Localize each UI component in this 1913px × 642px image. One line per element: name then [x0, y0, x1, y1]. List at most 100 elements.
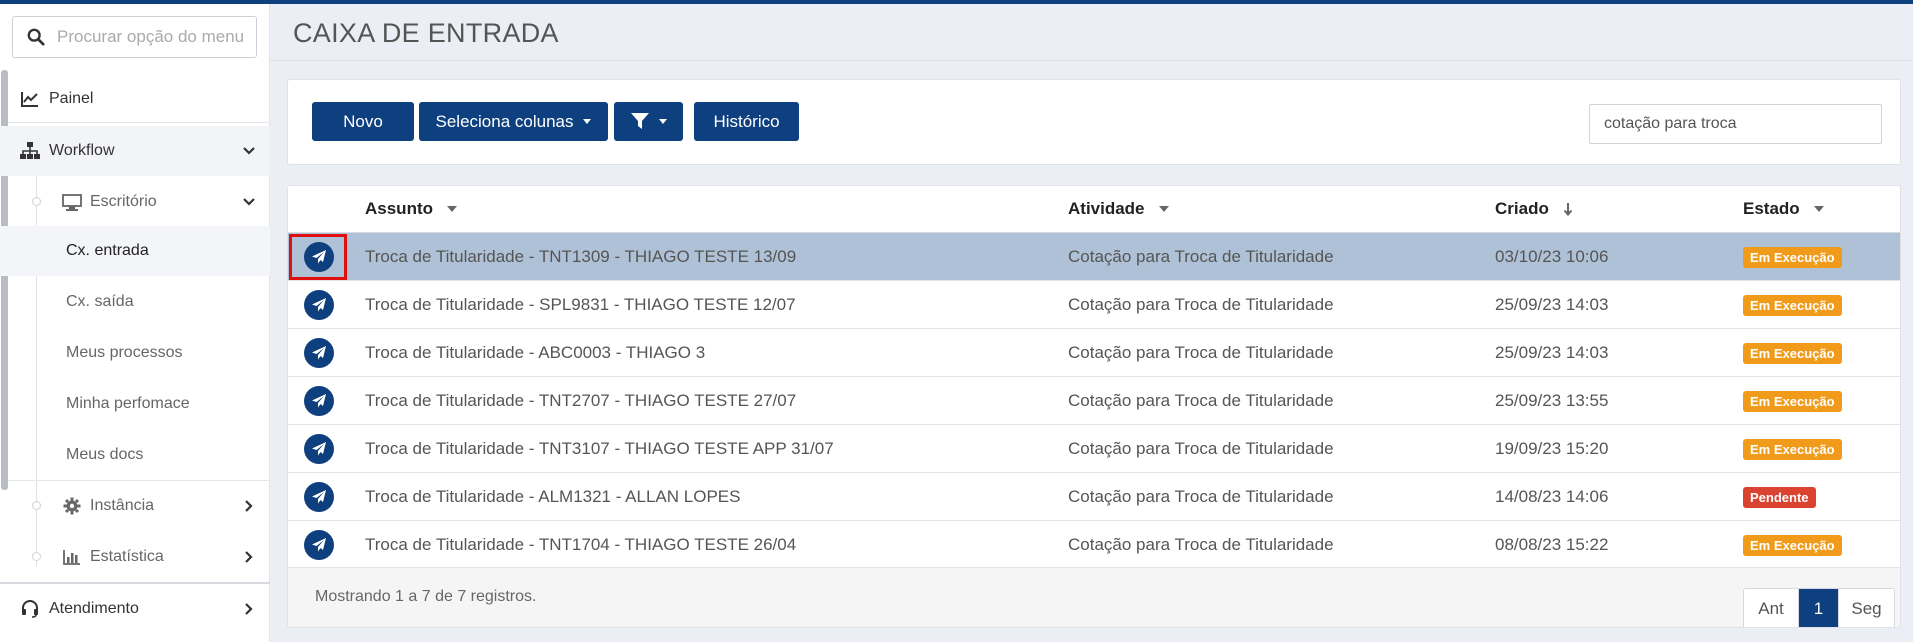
cell-criado: 25/09/23 13:55 [1495, 391, 1609, 410]
search-icon [27, 28, 45, 46]
status-badge: Em Execução [1743, 438, 1842, 460]
table-row[interactable]: Troca de Titularidade - ABC0003 - THIAGO… [288, 329, 1900, 377]
sidebar-item-label: Instância [90, 497, 155, 514]
table-filter-input[interactable] [1589, 104, 1882, 144]
cell-assunto: Troca de Titularidade - TNT2707 - THIAGO… [365, 391, 797, 410]
sidebar-item-cx-saida[interactable]: Cx. saída [0, 277, 270, 327]
status-badge: Em Execução [1743, 294, 1842, 316]
caret-down-icon [583, 119, 592, 124]
cell-assunto: Troca de Titularidade - TNT3107 - THIAGO… [365, 439, 834, 458]
sidebar-item-meus-processos[interactable]: Meus processos [0, 328, 270, 378]
table-row[interactable]: Troca de Titularidade - TNT1309 - THIAGO… [288, 233, 1900, 281]
column-header-label: Criado [1495, 199, 1549, 218]
cell-estado: Em Execução [1743, 233, 1842, 281]
records-info: Mostrando 1 a 7 de 7 registros. [315, 588, 537, 605]
sidebar-item-cx-entrada[interactable]: Cx. entrada [0, 226, 270, 276]
column-header-atividade[interactable]: Atividade [1068, 186, 1169, 232]
status-badge: Em Execução [1743, 534, 1842, 556]
sidebar: Painel Workflow Escritório Cx. entrada C… [0, 4, 270, 642]
sidebar-item-label: Painel [49, 90, 94, 107]
chevron-right-icon [245, 500, 253, 512]
select-columns-button[interactable]: Seleciona colunas [419, 102, 608, 141]
history-button[interactable]: Histórico [694, 102, 799, 141]
sidebar-item-label: Meus docs [66, 446, 144, 463]
paper-plane-icon [312, 346, 326, 360]
cell-estado: Em Execução [1743, 377, 1842, 425]
cell-criado: 14/08/23 14:06 [1495, 487, 1609, 506]
column-header-assunto[interactable]: Assunto [365, 186, 457, 232]
sidebar-item-instancia[interactable]: Instância [0, 481, 270, 531]
line-chart-icon [20, 89, 40, 109]
open-task-button[interactable] [304, 290, 334, 320]
column-header-label: Atividade [1068, 199, 1145, 218]
table-row[interactable]: Troca de Titularidade - TNT3107 - THIAGO… [288, 425, 1900, 473]
chevron-right-icon [245, 551, 253, 563]
next-page-button[interactable]: Seg [1839, 589, 1894, 627]
filter-icon [630, 113, 649, 129]
divider [270, 60, 1913, 61]
sidebar-item-estatistica[interactable]: Estatística [0, 532, 270, 582]
sitemap-icon [20, 141, 40, 161]
paper-plane-icon [312, 490, 326, 504]
cell-atividade: Cotação para Troca de Titularidade [1068, 247, 1334, 266]
cell-estado: Em Execução [1743, 521, 1842, 569]
cell-criado: 25/09/23 14:03 [1495, 343, 1609, 362]
column-header-criado[interactable]: Criado [1495, 186, 1573, 232]
toolbar: Novo Seleciona colunas Histórico [287, 79, 1901, 165]
pagination: Ant 1 Seg [1743, 588, 1895, 627]
open-task-button[interactable] [304, 386, 334, 416]
cell-criado: 08/08/23 15:22 [1495, 535, 1609, 554]
sidebar-item-painel[interactable]: Painel [0, 74, 270, 124]
button-label: Seleciona colunas [435, 111, 574, 131]
sidebar-item-workflow[interactable]: Workflow [0, 126, 270, 176]
headset-icon [20, 599, 40, 619]
sort-desc-icon [1563, 203, 1573, 216]
column-header-label: Assunto [365, 199, 433, 218]
page-title: CAIXA DE ENTRADA [293, 18, 559, 48]
status-badge: Em Execução [1743, 246, 1842, 268]
cell-atividade: Cotação para Troca de Titularidade [1068, 295, 1334, 314]
cell-criado: 19/09/23 15:20 [1495, 439, 1609, 458]
desktop-icon [62, 192, 82, 212]
sidebar-item-label: Workflow [49, 142, 115, 159]
menu-search-input[interactable] [57, 27, 247, 47]
sidebar-item-atendimento[interactable]: Atendimento [0, 584, 270, 634]
cell-assunto: Troca de Titularidade - TNT1309 - THIAGO… [365, 247, 797, 266]
open-task-button[interactable] [304, 434, 334, 464]
table-row[interactable]: Troca de Titularidade - ALM1321 - ALLAN … [288, 473, 1900, 521]
open-task-button[interactable] [304, 530, 334, 560]
cell-estado: Em Execução [1743, 329, 1842, 377]
table-footer: Mostrando 1 a 7 de 7 registros. Ant 1 Se… [288, 567, 1900, 627]
status-badge: Pendente [1743, 486, 1816, 508]
status-badge: Em Execução [1743, 342, 1842, 364]
sidebar-item-label: Estatística [90, 548, 164, 565]
paper-plane-icon [312, 298, 326, 312]
gear-icon [62, 496, 82, 516]
table-row[interactable]: Troca de Titularidade - SPL9831 - THIAGO… [288, 281, 1900, 329]
open-task-button[interactable] [304, 482, 334, 512]
cell-atividade: Cotação para Troca de Titularidade [1068, 343, 1334, 362]
cell-estado: Em Execução [1743, 281, 1842, 329]
table-row[interactable]: Troca de Titularidade - TNT2707 - THIAGO… [288, 377, 1900, 425]
sidebar-item-label: Atendimento [49, 600, 139, 617]
cell-criado: 25/09/23 14:03 [1495, 295, 1609, 314]
cell-assunto: Troca de Titularidade - SPL9831 - THIAGO… [365, 295, 796, 314]
status-badge: Em Execução [1743, 390, 1842, 412]
sort-caret-icon [1158, 206, 1169, 212]
column-header-estado[interactable]: Estado [1743, 186, 1824, 232]
chevron-down-icon [243, 198, 255, 206]
menu-search[interactable] [12, 16, 257, 58]
filter-button[interactable] [614, 102, 683, 141]
paper-plane-icon [312, 442, 326, 456]
cell-atividade: Cotação para Troca de Titularidade [1068, 391, 1334, 410]
sidebar-item-meus-docs[interactable]: Meus docs [0, 430, 270, 480]
page-1-button[interactable]: 1 [1799, 589, 1839, 627]
prev-page-button[interactable]: Ant [1744, 589, 1799, 627]
sidebar-item-minha-perfomace[interactable]: Minha perfomace [0, 379, 270, 429]
new-button[interactable]: Novo [312, 102, 414, 141]
sidebar-item-escritorio[interactable]: Escritório [0, 177, 270, 227]
sort-caret-icon [447, 206, 457, 212]
table-row[interactable]: Troca de Titularidade - TNT1704 - THIAGO… [288, 521, 1900, 569]
sidebar-item-label: Escritório [90, 193, 157, 210]
open-task-button[interactable] [304, 338, 334, 368]
